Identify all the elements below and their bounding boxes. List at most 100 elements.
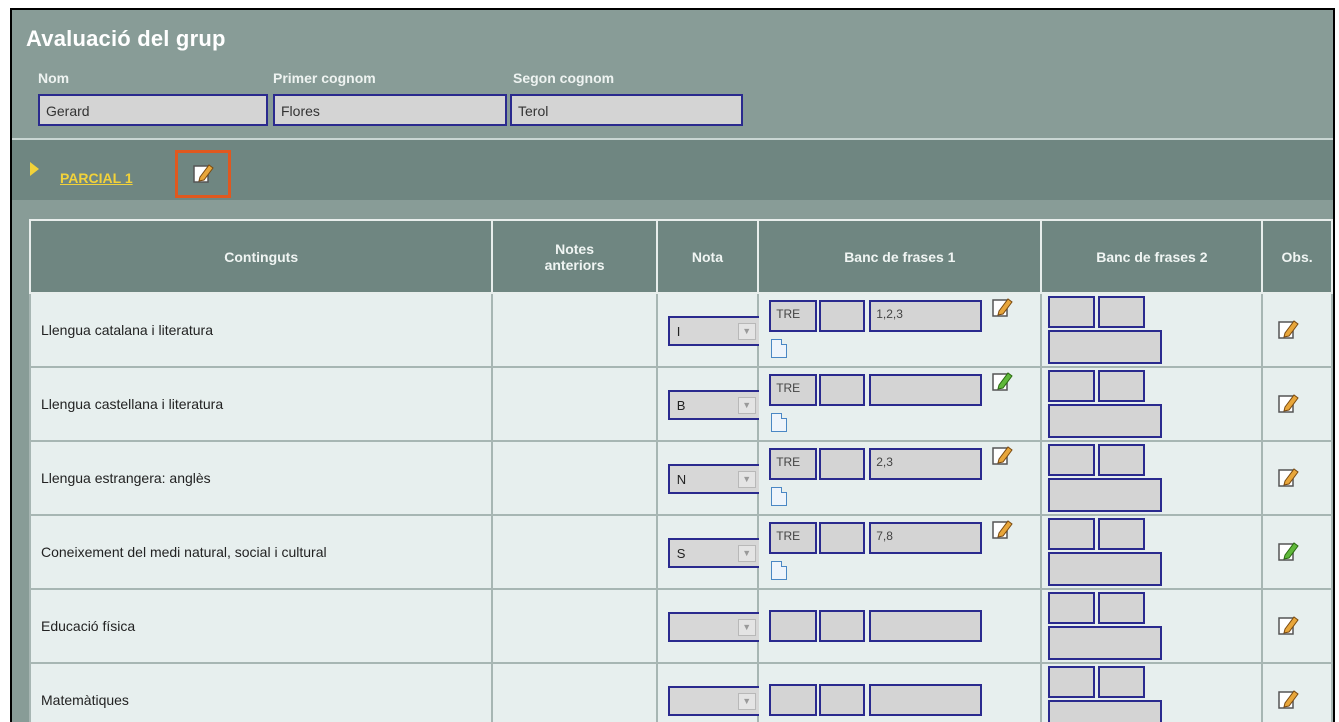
code-box[interactable]: [769, 610, 818, 642]
section-edit-button[interactable]: [175, 150, 231, 198]
header-notes-line2: anteriors: [544, 256, 605, 273]
green-pencil-paper-icon[interactable]: [991, 370, 1013, 392]
frases-box[interactable]: [869, 374, 983, 406]
evaluation-panel: Avaluació del grup Nom Primer cognom Seg…: [10, 8, 1335, 722]
document-icon[interactable]: [771, 339, 788, 358]
chevron-down-icon[interactable]: ▼: [737, 693, 756, 710]
pencil-paper-icon[interactable]: [1277, 392, 1299, 414]
code-box[interactable]: TRE: [769, 300, 818, 332]
banc1-cell: TRE: [757, 366, 1043, 442]
banc2-cell: [1040, 366, 1264, 442]
expand-triangle-icon[interactable]: [30, 162, 39, 176]
banc2-box-c[interactable]: [1048, 404, 1163, 438]
obs-cell: [1261, 292, 1333, 368]
document-icon[interactable]: [771, 413, 788, 432]
empty-box[interactable]: [819, 300, 866, 332]
banc2-box-b[interactable]: [1098, 296, 1146, 328]
nom-field[interactable]: Gerard: [38, 94, 268, 126]
segon-cognom-label: Segon cognom: [513, 70, 615, 86]
banc2-box-b[interactable]: [1098, 666, 1146, 698]
banc1-cell: TRE 2,3: [757, 440, 1043, 516]
frases-box[interactable]: [869, 684, 983, 716]
nota-cell: S ▼: [655, 514, 762, 590]
nota-cell: B ▼: [655, 366, 762, 442]
document-icon[interactable]: [771, 487, 788, 506]
primer-cognom-label: Primer cognom: [273, 70, 376, 86]
table-row: Llengua estrangera: anglès N ▼ TRE 2,3: [28, 440, 1333, 516]
chevron-down-icon[interactable]: ▼: [737, 619, 756, 636]
obs-cell: [1261, 588, 1333, 664]
parcial-link[interactable]: PARCIAL 1: [60, 170, 133, 186]
pencil-paper-icon[interactable]: [1277, 466, 1299, 488]
pencil-paper-icon[interactable]: [1277, 614, 1299, 636]
empty-box[interactable]: [819, 684, 866, 716]
empty-box[interactable]: [819, 374, 866, 406]
frases-box[interactable]: 2,3: [869, 448, 983, 480]
nota-select[interactable]: I ▼: [667, 316, 762, 346]
nota-cell: I ▼: [655, 292, 762, 368]
empty-box[interactable]: [819, 448, 866, 480]
empty-box[interactable]: [819, 522, 866, 554]
obs-cell: [1261, 440, 1333, 516]
code-box[interactable]: TRE: [769, 522, 818, 554]
pencil-paper-icon[interactable]: [1277, 688, 1299, 710]
banc2-box-b[interactable]: [1098, 370, 1146, 402]
subject-cell: Llengua castellana i literatura: [28, 366, 494, 442]
banc2-box-c[interactable]: [1048, 478, 1163, 512]
banc2-box-b[interactable]: [1098, 592, 1146, 624]
assessment-table: Continguts Notes anteriors Nota Banc de …: [28, 219, 1333, 722]
banc2-box-b[interactable]: [1098, 444, 1146, 476]
subject-cell: Matemàtiques: [28, 662, 494, 722]
nota-select[interactable]: ▼: [667, 686, 762, 716]
segon-cognom-field[interactable]: Terol: [510, 94, 743, 126]
chevron-down-icon[interactable]: ▼: [737, 545, 756, 562]
banc1-cell: [757, 662, 1043, 722]
table-row: Llengua catalana i literatura I ▼ TRE 1,2…: [28, 292, 1333, 368]
banc2-box-b[interactable]: [1098, 518, 1146, 550]
nota-select[interactable]: S ▼: [667, 538, 762, 568]
nota-cell: N ▼: [655, 440, 762, 516]
code-box[interactable]: [769, 684, 818, 716]
pencil-paper-icon[interactable]: [1277, 318, 1299, 340]
nota-cell: ▼: [655, 588, 762, 664]
nom-label: Nom: [38, 70, 70, 86]
frases-box[interactable]: 1,2,3: [869, 300, 983, 332]
banc2-box-a[interactable]: [1048, 296, 1096, 328]
pencil-paper-icon[interactable]: [991, 518, 1013, 540]
chevron-down-icon[interactable]: ▼: [737, 471, 756, 488]
document-icon[interactable]: [771, 561, 788, 580]
nota-select[interactable]: B ▼: [667, 390, 762, 420]
banc2-box-c[interactable]: [1048, 700, 1163, 722]
nota-select[interactable]: ▼: [667, 612, 762, 642]
nota-select[interactable]: N ▼: [667, 464, 762, 494]
banc2-box-a[interactable]: [1048, 370, 1096, 402]
header-nota: Nota: [655, 219, 760, 294]
subject-cell: Llengua estrangera: anglès: [28, 440, 494, 516]
banc2-box-c[interactable]: [1048, 330, 1163, 364]
notes-anteriors-cell: [491, 366, 658, 442]
banc2-box-a[interactable]: [1048, 592, 1096, 624]
nota-cell: ▼: [655, 662, 762, 722]
banc2-box-a[interactable]: [1048, 518, 1096, 550]
chevron-down-icon[interactable]: ▼: [737, 397, 756, 414]
banc2-box-c[interactable]: [1048, 552, 1163, 586]
notes-anteriors-cell: [491, 662, 658, 722]
empty-box[interactable]: [819, 610, 866, 642]
banc2-cell: [1040, 440, 1264, 516]
frases-box[interactable]: 7,8: [869, 522, 983, 554]
obs-cell: [1261, 662, 1333, 722]
pencil-paper-icon[interactable]: [991, 296, 1013, 318]
banc1-cell: TRE 7,8: [757, 514, 1043, 590]
banc2-box-c[interactable]: [1048, 626, 1163, 660]
frases-box[interactable]: [869, 610, 983, 642]
chevron-down-icon[interactable]: ▼: [737, 323, 756, 340]
green-pencil-paper-icon[interactable]: [1277, 540, 1299, 562]
banc2-box-a[interactable]: [1048, 666, 1096, 698]
banc2-box-a[interactable]: [1048, 444, 1096, 476]
pencil-paper-icon[interactable]: [991, 444, 1013, 466]
code-box[interactable]: TRE: [769, 374, 818, 406]
table-row: Educació física ▼: [28, 588, 1333, 664]
primer-cognom-field[interactable]: Flores: [273, 94, 507, 126]
header-continguts: Continguts: [28, 219, 494, 294]
code-box[interactable]: TRE: [769, 448, 818, 480]
